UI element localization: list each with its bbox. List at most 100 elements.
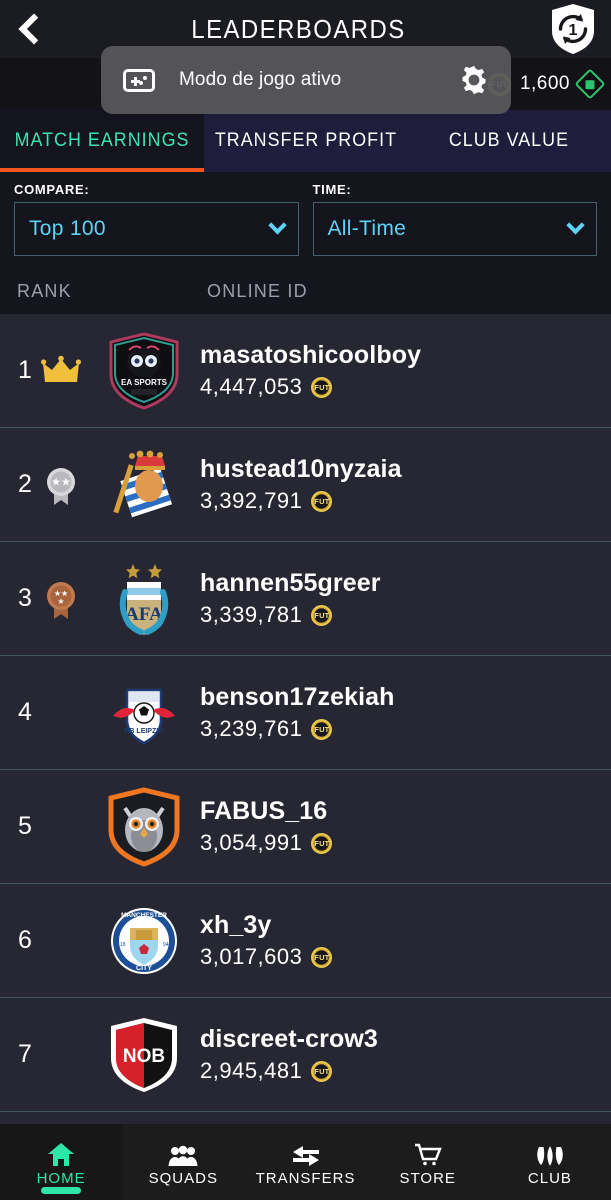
online-id: xh_3y: [200, 911, 272, 939]
rank-medal-placeholder: [40, 1032, 82, 1078]
player-info: benson17zekiah 3,239,761 FUT: [183, 683, 395, 742]
fut-coin-icon: FUT: [311, 946, 333, 968]
rank-cell: 1: [0, 314, 105, 427]
time-value: All-Time: [327, 217, 407, 240]
chevron-down-icon: [566, 215, 585, 234]
back-button[interactable]: [0, 0, 62, 58]
chevron-down-icon: [267, 215, 287, 234]
time-filter: TIME: All-Time: [312, 182, 597, 256]
chevron-left-icon: [18, 13, 50, 45]
player-info: masatoshicoolboy 4,447,053 FUT: [183, 341, 421, 400]
squads-people-icon: [168, 1141, 198, 1167]
online-id: masatoshicoolboy: [200, 341, 422, 369]
earnings-amount: 4,447,053: [200, 374, 303, 399]
tab-transfer-profit[interactable]: TRANSFER PROFIT: [204, 110, 408, 172]
table-row[interactable]: 2 ★★ hustead10nyzaia 3,392,791 FUT: [0, 428, 611, 542]
earnings-line: 3,054,991 FUT: [200, 830, 333, 856]
compare-label: COMPARE:: [14, 182, 90, 197]
rank-number: 6: [18, 926, 32, 954]
column-rank: RANK: [17, 280, 72, 301]
nav-active-indicator: [41, 1187, 82, 1194]
rank-cell: 4: [0, 656, 105, 769]
coin-amount: 1,600: [519, 73, 570, 94]
fut-coin-icon: FUT: [311, 376, 333, 398]
leaderboards-screen: LEADERBOARDS 1 FUT 1,600: [0, 0, 611, 1200]
earnings-line: 2,945,481 FUT: [200, 1058, 378, 1084]
rank-number: 4: [18, 698, 32, 726]
nav-label-transfers: TRANSFERS: [255, 1170, 356, 1187]
gold-crown-icon: [40, 348, 82, 394]
bottom-navigation: HOME SQUADS TRANSFERS STORE CLUB: [0, 1124, 611, 1200]
player-info: hannen55greer 3,339,781 FUT: [183, 569, 381, 628]
nav-label-store: STORE: [399, 1170, 456, 1187]
column-online-id: ONLINE ID: [207, 280, 308, 301]
earnings-line: 3,392,791 FUT: [200, 488, 402, 514]
table-row[interactable]: 3 ★★ ★ AFA hannen55greer 3,339,781 FUT: [0, 542, 611, 656]
table-row[interactable]: 6 MANCHESTER CITY 18 94 xh_3y 3,017,603 FUT: [0, 884, 611, 998]
rank-number: 1: [18, 356, 32, 384]
gear-icon[interactable]: [459, 65, 489, 95]
argentina-afa-crest: AFA: [105, 558, 183, 640]
svg-text:★★: ★★: [51, 476, 71, 488]
rank-cell: 5: [0, 770, 105, 883]
rank-cell: 2 ★★: [0, 428, 105, 541]
fut-coin-icon: FUT: [311, 832, 333, 854]
table-row[interactable]: 5 FABUS_16 3,054,991 FUT: [0, 770, 611, 884]
rank-medal-placeholder: [40, 690, 82, 736]
nav-item-store[interactable]: STORE: [367, 1124, 489, 1200]
silver-medal-icon: ★★: [40, 462, 82, 508]
club-shield-icon: [535, 1141, 565, 1167]
tab-match-earnings[interactable]: MATCH EARNINGS: [0, 110, 204, 172]
compare-select[interactable]: Top 100: [14, 202, 299, 256]
player-info: hustead10nyzaia 3,392,791 FUT: [183, 455, 402, 514]
nav-item-transfers[interactable]: TRANSFERS: [244, 1124, 366, 1200]
rank-number: 3: [18, 584, 32, 612]
rank-cell: 6: [0, 884, 105, 997]
nav-label-squads: SQUADS: [148, 1170, 218, 1187]
time-label: TIME:: [312, 182, 352, 197]
game-mode-toast[interactable]: Modo de jogo ativo: [101, 46, 511, 114]
tab-transfer-profit-label: TRANSFER PROFIT: [214, 130, 397, 151]
leaderboard-list[interactable]: 1 EA SPORTS masatoshicoolboy 4,447,053 FUT 2 ★…: [0, 314, 611, 1124]
earnings-amount: 3,017,603: [200, 944, 303, 969]
svg-text:MANCHESTER: MANCHESTER: [121, 912, 167, 919]
nav-item-club[interactable]: CLUB: [489, 1124, 611, 1200]
earnings-line: 3,017,603 FUT: [200, 944, 333, 970]
earnings-amount: 3,054,991: [200, 830, 303, 855]
home-icon: [47, 1141, 75, 1167]
transfers-arrows-icon: [291, 1141, 321, 1167]
shopping-cart-icon: [414, 1141, 442, 1167]
rank-number: 5: [18, 812, 32, 840]
nav-item-squads[interactable]: SQUADS: [122, 1124, 244, 1200]
table-row[interactable]: 1 EA SPORTS masatoshicoolboy 4,447,053 FUT: [0, 314, 611, 428]
rank-cell: 7: [0, 998, 105, 1111]
manchester-city-crest: MANCHESTER CITY 18 94: [105, 900, 183, 982]
earnings-line: 3,239,761 FUT: [200, 716, 395, 742]
toast-message: Modo de jogo ativo: [179, 69, 342, 90]
filters-bar: COMPARE: Top 100 TIME: All-Time: [0, 172, 611, 268]
real-sociedad-crest: [105, 444, 183, 526]
svg-text:EA SPORTS: EA SPORTS: [121, 378, 168, 387]
rank-cell: 3 ★★ ★: [0, 542, 105, 655]
nav-item-home[interactable]: HOME: [0, 1124, 123, 1200]
compare-filter: COMPARE: Top 100: [14, 182, 299, 256]
table-row[interactable]: 4 RB LEIPZIG benson17zekiah 3,239,761 FUT: [0, 656, 611, 770]
fifa-points-diamond-icon[interactable]: [574, 68, 606, 100]
svg-text:NOB: NOB: [123, 1046, 165, 1067]
player-info: xh_3y 3,017,603 FUT: [183, 911, 333, 970]
gamepad-icon: [123, 68, 155, 92]
time-select[interactable]: All-Time: [312, 202, 597, 256]
svg-text:18: 18: [120, 942, 126, 948]
earnings-amount: 2,945,481: [200, 1058, 303, 1083]
leaderboard-tabs: MATCH EARNINGS TRANSFER PROFIT CLUB VALU…: [0, 110, 611, 172]
svg-text:RB LEIPZIG: RB LEIPZIG: [124, 728, 164, 735]
table-row[interactable]: 7 NOB discreet-crow3 2,945,481 FUT: [0, 998, 611, 1112]
tab-club-value-label: CLUB VALUE: [449, 130, 570, 151]
svg-text:94: 94: [163, 942, 169, 948]
owl-orange-crest: [105, 786, 183, 868]
online-id: discreet-crow3: [200, 1025, 378, 1053]
squad-update-shield-icon[interactable]: 1: [550, 3, 596, 55]
compare-value: Top 100: [29, 217, 106, 240]
online-id: hannen55greer: [200, 569, 381, 597]
tab-club-value[interactable]: CLUB VALUE: [407, 110, 611, 172]
